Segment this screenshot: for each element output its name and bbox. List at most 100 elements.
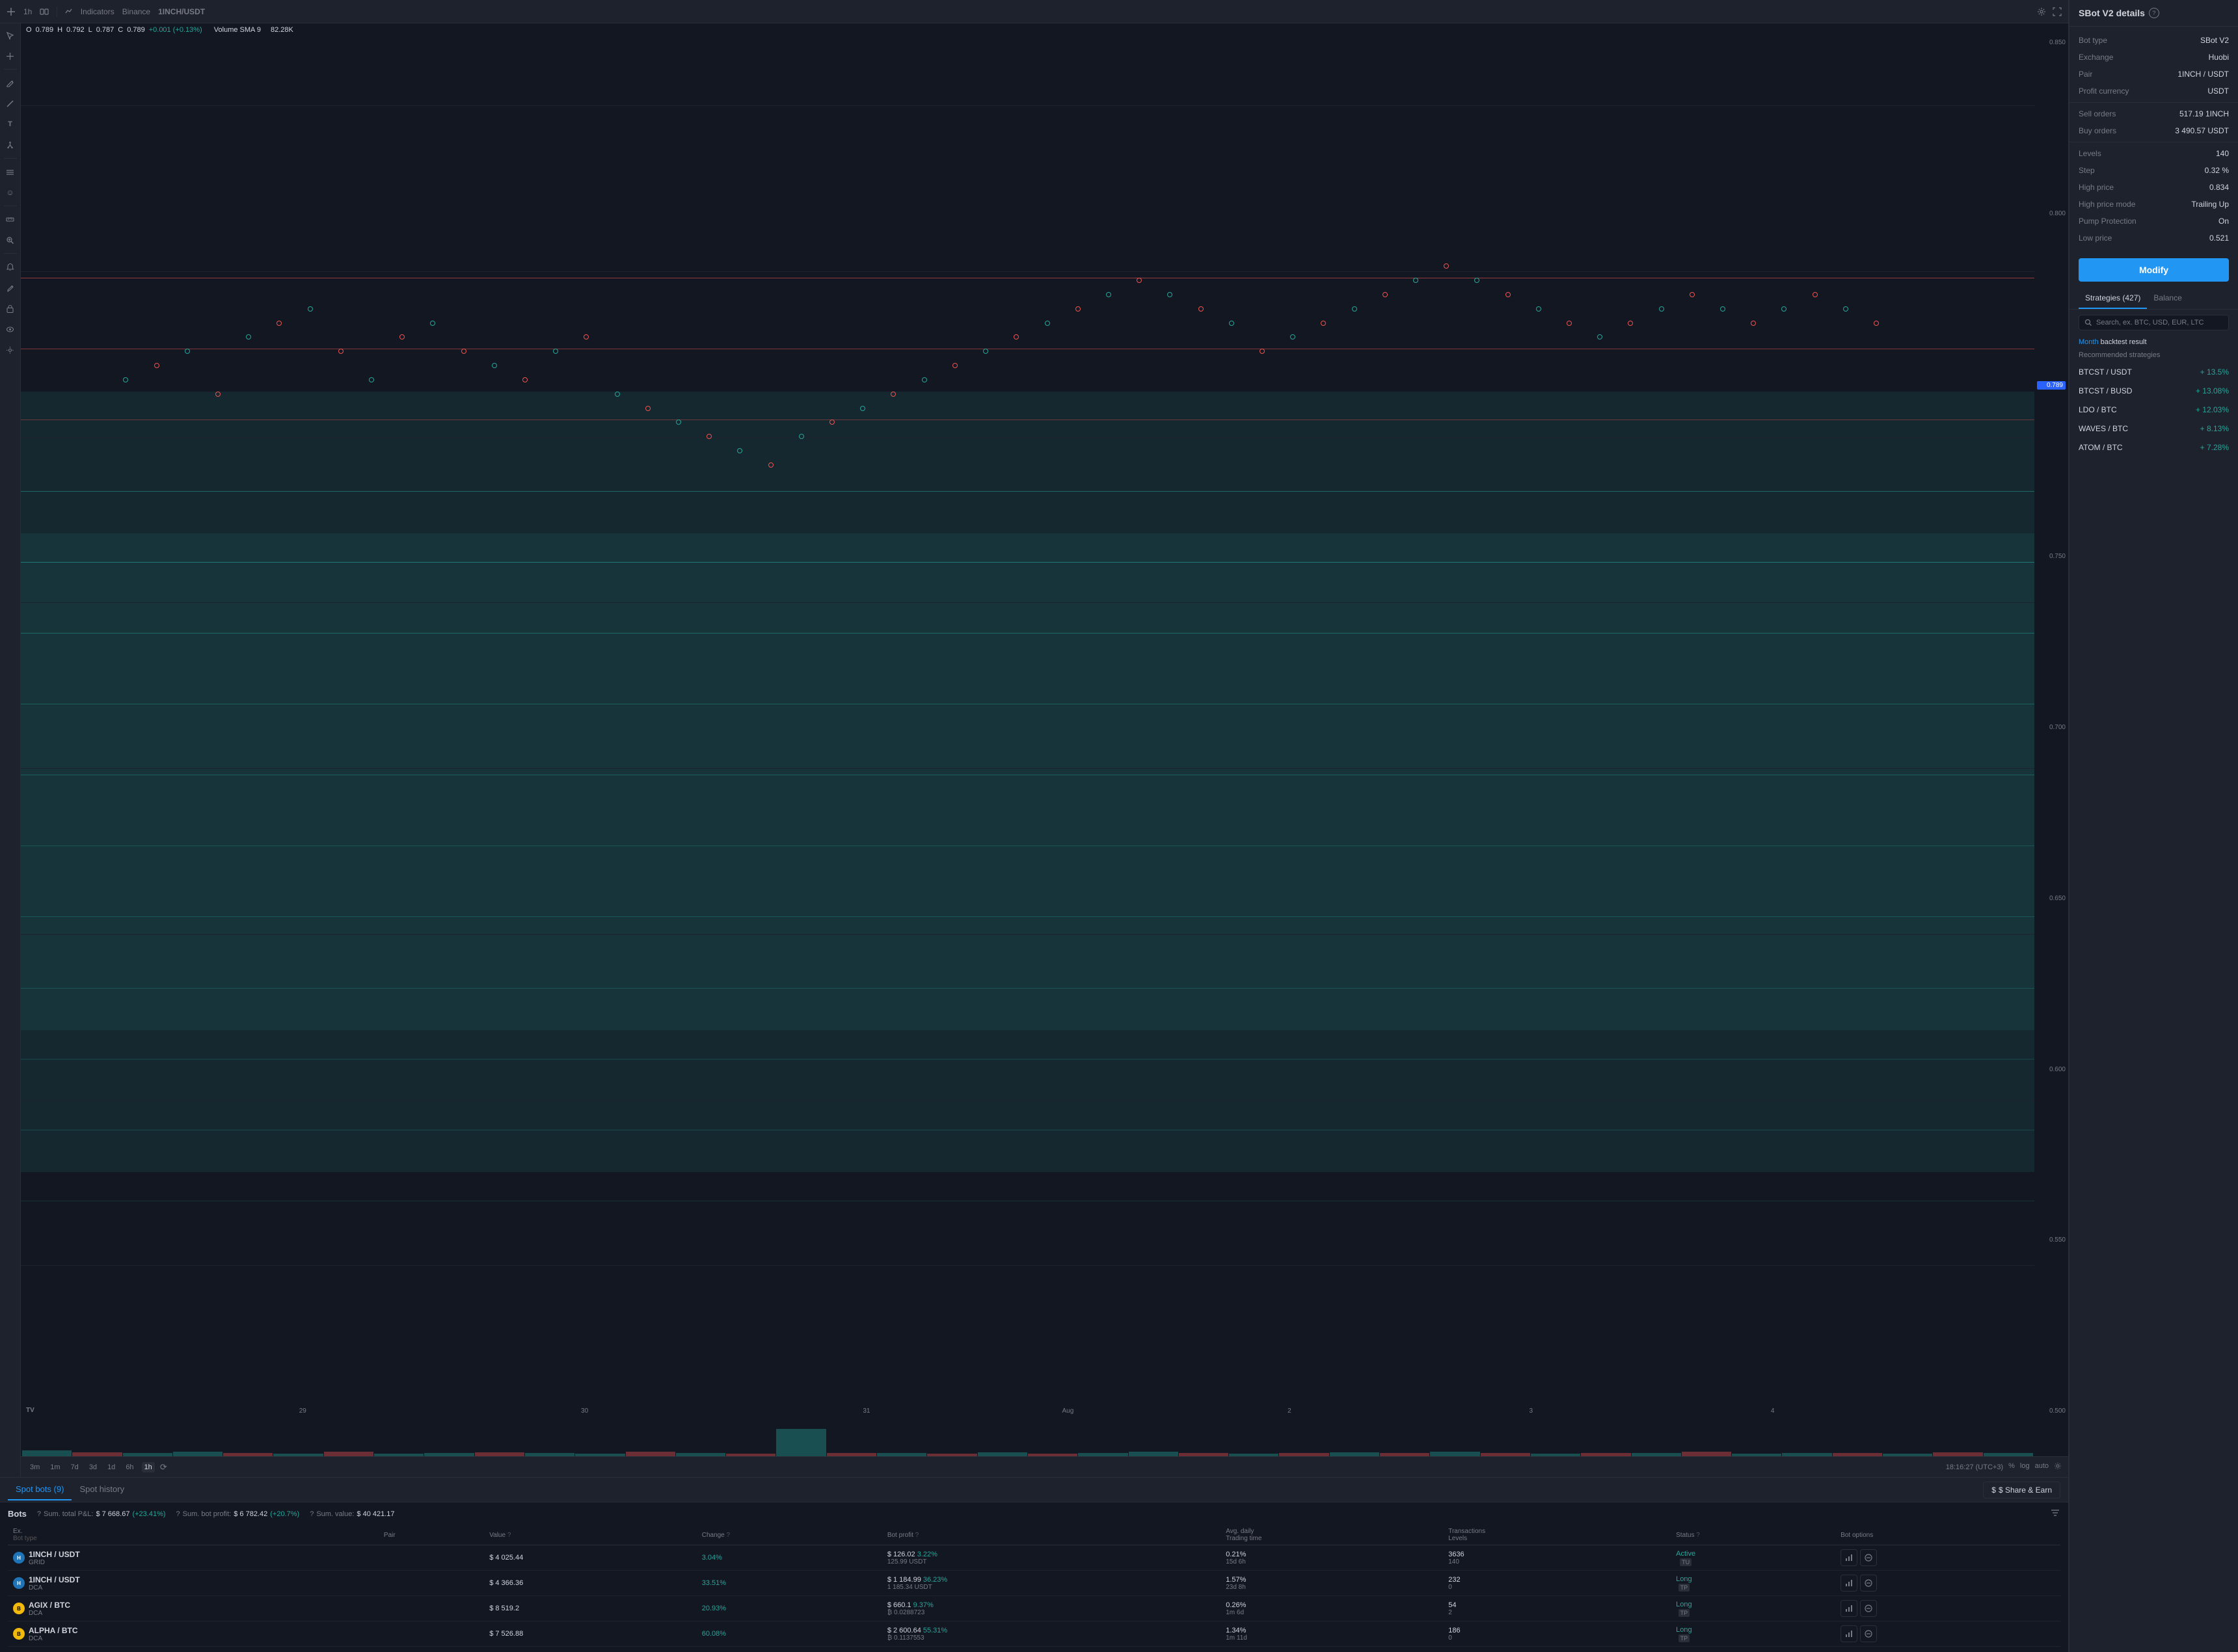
- cursor-tool[interactable]: [3, 27, 18, 43]
- volume-sma-value: 82.28K: [271, 26, 293, 34]
- search-input[interactable]: [2096, 319, 2223, 326]
- cancel-action-button3[interactable]: [1860, 1600, 1877, 1617]
- ruler-tool[interactable]: [3, 211, 18, 227]
- col-pair: Pair: [379, 1525, 484, 1545]
- line-tool[interactable]: [3, 96, 18, 111]
- auto-option[interactable]: auto: [2035, 1462, 2049, 1472]
- eye-tool[interactable]: [3, 321, 18, 337]
- list-item[interactable]: WAVES / BTC + 8.13%: [2079, 420, 2229, 438]
- strategies-search-box[interactable]: [2079, 315, 2229, 330]
- strategies-tabs: Strategies (427) Balance: [2069, 288, 2238, 310]
- detail-row-high-price-mode: High price mode Trailing Up: [2069, 196, 2238, 213]
- fork-tool[interactable]: [3, 137, 18, 153]
- filter-icon[interactable]: [2050, 1508, 2060, 1520]
- alert-tool[interactable]: [3, 259, 18, 274]
- lock-tool[interactable]: [3, 300, 18, 316]
- sbot-header: SBot V2 details ?: [2069, 0, 2238, 27]
- table-row: B ALPHA / BTC DCA $ 7 526.88 60.08%: [8, 1621, 2060, 1647]
- detail-row-high-price: High price 0.834: [2069, 179, 2238, 196]
- crosshair-tool[interactable]: [3, 48, 18, 64]
- chart-canvas[interactable]: TV: [21, 36, 2068, 1456]
- text-tool[interactable]: T: [3, 116, 18, 132]
- balance-tab[interactable]: Balance: [2147, 288, 2188, 309]
- open-value: 0.789: [36, 26, 54, 34]
- settings-tool[interactable]: [3, 342, 18, 358]
- timeframe-3m[interactable]: 3m: [27, 1462, 42, 1472]
- exchange-icon-huobi: H: [13, 1552, 25, 1564]
- timeframe-6h[interactable]: 6h: [123, 1462, 136, 1472]
- list-item[interactable]: BTCST / BUSD + 13.08%: [2079, 382, 2229, 401]
- backtest-label: Month backtest result: [2069, 336, 2238, 349]
- low-value: 0.787: [96, 26, 115, 34]
- strategies-list: BTCST / USDT + 13.5% BTCST / BUSD + 13.0…: [2069, 363, 2238, 457]
- detail-rows: Bot type SBot V2 Exchange Huobi Pair 1IN…: [2069, 27, 2238, 252]
- exchange-icon-binance: B: [13, 1603, 25, 1614]
- high-label: H: [57, 26, 62, 34]
- modify-button[interactable]: Modify: [2079, 258, 2229, 282]
- chart-settings-icon[interactable]: [2054, 1462, 2062, 1472]
- share-earn-button[interactable]: $ $ Share & Earn: [1983, 1482, 2060, 1499]
- layers-tool[interactable]: [3, 164, 18, 180]
- indicators-button[interactable]: Indicators: [65, 7, 114, 16]
- emoji-tool[interactable]: ☺: [3, 185, 18, 200]
- timeframe-button[interactable]: 1h: [23, 7, 32, 16]
- log-option[interactable]: log: [2020, 1462, 2030, 1472]
- col-change: Change ?: [697, 1525, 882, 1545]
- detail-row-low-price: Low price 0.521: [2069, 230, 2238, 246]
- list-item[interactable]: LDO / BTC + 12.03%: [2079, 401, 2229, 420]
- pen2-tool[interactable]: [3, 280, 18, 295]
- compare-button[interactable]: [40, 7, 49, 16]
- col-status: Status ?: [1671, 1525, 1835, 1545]
- sum-value-stat: ? Sum. value: $ 40 421.17: [310, 1510, 394, 1518]
- search-icon: [2084, 319, 2092, 326]
- cancel-action-button4[interactable]: [1860, 1625, 1877, 1642]
- pct-option[interactable]: %: [2008, 1462, 2015, 1472]
- cancel-action-button2[interactable]: [1860, 1575, 1877, 1592]
- detail-row-sell-orders: Sell orders 517.19 1INCH: [2069, 105, 2238, 122]
- timeframe-7d[interactable]: 7d: [68, 1462, 81, 1472]
- dollar-icon: $: [1991, 1485, 1996, 1495]
- close-value: 0.789: [127, 26, 145, 34]
- exchange-icon-binance2: B: [13, 1628, 25, 1640]
- strategies-tab[interactable]: Strategies (427): [2079, 288, 2147, 309]
- col-avg: Avg. dailyTrading time: [1220, 1525, 1443, 1545]
- spot-history-tab[interactable]: Spot history: [72, 1479, 132, 1500]
- pen-tool[interactable]: [3, 75, 18, 90]
- total-pnl-stat: ? Sum. total P&L: $ 7 668.67 (+23.41%): [37, 1510, 166, 1518]
- chart-toolbar: 1h Indicators Binance 1INCH/USDT: [0, 0, 2068, 23]
- low-label: L: [88, 26, 92, 34]
- bot-profit-stat: ? Sum. bot profit: $ 6 782.42 (+20.7%): [176, 1510, 300, 1518]
- volume-area: [21, 1417, 2034, 1456]
- status-badge: Long TP: [1676, 1575, 1692, 1592]
- detail-row-buy-orders: Buy orders 3 490.57 USDT: [2069, 122, 2238, 139]
- chart-action-button3[interactable]: [1840, 1600, 1857, 1617]
- settings-icon[interactable]: [2037, 7, 2046, 16]
- timeframe-3d[interactable]: 3d: [87, 1462, 100, 1472]
- help-icon[interactable]: ?: [2149, 8, 2159, 18]
- bottom-panel: Spot bots (9) Spot history $ $ Share & E…: [0, 1477, 2068, 1652]
- table-row: B AGIX / BTC DCA $ 8 519.2 20.93%: [8, 1596, 2060, 1621]
- detail-row-levels: Levels 140: [2069, 145, 2238, 162]
- sync-icon[interactable]: ⟳: [160, 1462, 167, 1472]
- cancel-action-button[interactable]: [1860, 1549, 1877, 1566]
- price-scale: 0.850 0.800 0.789 0.750 0.700 0.650 0.60…: [2034, 36, 2068, 1417]
- zoom-tool[interactable]: [3, 232, 18, 248]
- close-label: C: [118, 26, 123, 34]
- spot-bots-tab[interactable]: Spot bots (9): [8, 1479, 72, 1500]
- chart-action-button[interactable]: [1840, 1549, 1857, 1566]
- change-value: +0.001 (+0.13%): [149, 26, 202, 34]
- timeframe-1m[interactable]: 1m: [47, 1462, 62, 1472]
- chart-action-button2[interactable]: [1840, 1575, 1857, 1592]
- add-tool-button[interactable]: [7, 7, 16, 16]
- col-options: Bot options: [1835, 1525, 2060, 1545]
- chart-action-button4[interactable]: [1840, 1625, 1857, 1642]
- list-item[interactable]: ATOM / BTC + 7.28%: [2079, 438, 2229, 457]
- bots-section: Bots ? Sum. total P&L: $ 7 668.67 (+23.4…: [0, 1502, 2068, 1652]
- drawing-tools-panel: T ☺: [0, 23, 21, 1477]
- clock-display: 18:16:27 (UTC+3): [1946, 1463, 2003, 1471]
- table-row: H 1INCH / USDT GRID $ 4 025.44 3.04%: [8, 1545, 2060, 1571]
- list-item[interactable]: BTCST / USDT + 13.5%: [2079, 363, 2229, 382]
- timeframe-1h[interactable]: 1h: [142, 1462, 155, 1472]
- timeframe-1d[interactable]: 1d: [105, 1462, 118, 1472]
- fullscreen-icon[interactable]: [2053, 7, 2062, 16]
